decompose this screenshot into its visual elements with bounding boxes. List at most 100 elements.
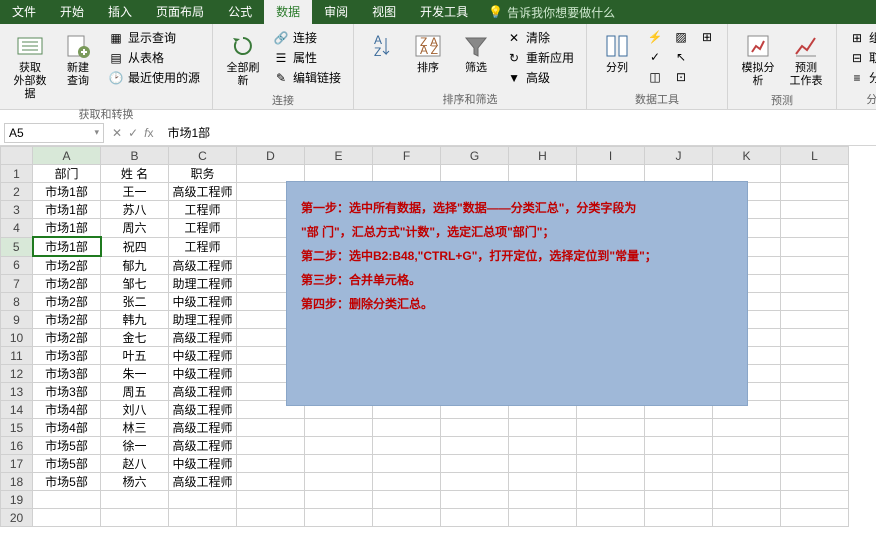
row-header[interactable]: 4 bbox=[1, 219, 33, 238]
tell-me[interactable]: 💡 告诉我你想要做什么 bbox=[488, 4, 615, 21]
cell[interactable]: 林三 bbox=[101, 419, 169, 437]
menu-tab-2[interactable]: 插入 bbox=[96, 0, 144, 24]
cell[interactable] bbox=[441, 165, 509, 183]
col-header[interactable]: G bbox=[441, 147, 509, 165]
cell[interactable] bbox=[441, 437, 509, 455]
col-header[interactable]: H bbox=[509, 147, 577, 165]
col-header[interactable]: F bbox=[373, 147, 441, 165]
cell[interactable] bbox=[713, 491, 781, 509]
cell[interactable]: 赵八 bbox=[101, 455, 169, 473]
cell[interactable] bbox=[713, 473, 781, 491]
cell[interactable] bbox=[781, 509, 849, 527]
dropdown-icon[interactable]: ▾ bbox=[94, 127, 99, 138]
cell[interactable]: 市场1部 bbox=[33, 201, 101, 219]
cell[interactable]: 市场1部 bbox=[33, 237, 101, 256]
row-header[interactable]: 6 bbox=[1, 256, 33, 275]
cell[interactable] bbox=[509, 509, 577, 527]
sort-button[interactable]: Z AA Z 排序 bbox=[406, 28, 450, 77]
row-header[interactable]: 16 bbox=[1, 437, 33, 455]
cell[interactable] bbox=[237, 491, 305, 509]
cell[interactable]: 市场4部 bbox=[33, 419, 101, 437]
col-header[interactable]: D bbox=[237, 147, 305, 165]
cell[interactable]: 韩九 bbox=[101, 311, 169, 329]
manage-model-button[interactable]: ◫ bbox=[643, 68, 667, 86]
data-validation-button[interactable]: ✓ bbox=[643, 48, 667, 66]
connections-button[interactable]: 🔗连接 bbox=[269, 28, 345, 47]
cell[interactable]: 市场1部 bbox=[33, 183, 101, 201]
group-button[interactable]: ⊞组合▾ bbox=[845, 28, 876, 47]
cell[interactable]: 杨六 bbox=[101, 473, 169, 491]
new-query-button[interactable]: 新建 查询 bbox=[56, 28, 100, 90]
cell[interactable] bbox=[781, 401, 849, 419]
menu-tab-4[interactable]: 公式 bbox=[216, 0, 264, 24]
cell[interactable]: 市场2部 bbox=[33, 275, 101, 293]
cell[interactable]: 部门 bbox=[33, 165, 101, 183]
col-header[interactable]: C bbox=[169, 147, 237, 165]
cell[interactable] bbox=[713, 509, 781, 527]
cell[interactable]: 高级工程师 bbox=[169, 256, 237, 275]
cell[interactable]: 市场2部 bbox=[33, 311, 101, 329]
cell[interactable] bbox=[781, 183, 849, 201]
cell[interactable]: 高级工程师 bbox=[169, 473, 237, 491]
cell[interactable]: 助理工程师 bbox=[169, 311, 237, 329]
cell[interactable] bbox=[441, 509, 509, 527]
subtotal-button[interactable]: ≡分类汇总 bbox=[845, 68, 876, 87]
cell[interactable]: 职务 bbox=[169, 165, 237, 183]
cell[interactable]: 高级工程师 bbox=[169, 329, 237, 347]
select-all-corner[interactable] bbox=[1, 147, 33, 165]
cell[interactable]: 市场2部 bbox=[33, 329, 101, 347]
cell[interactable]: 市场3部 bbox=[33, 383, 101, 401]
cell[interactable]: 市场2部 bbox=[33, 293, 101, 311]
row-header[interactable]: 13 bbox=[1, 383, 33, 401]
spreadsheet-grid[interactable]: ABCDEFGHIJKL1部门姓 名职务2市场1部王一高级工程师3市场1部苏八工… bbox=[0, 146, 876, 547]
row-header[interactable]: 1 bbox=[1, 165, 33, 183]
cell[interactable]: 徐一 bbox=[101, 437, 169, 455]
cell[interactable]: 中级工程师 bbox=[169, 293, 237, 311]
cell[interactable]: 市场2部 bbox=[33, 256, 101, 275]
cell[interactable]: 中级工程师 bbox=[169, 455, 237, 473]
cell[interactable]: 高级工程师 bbox=[169, 383, 237, 401]
recent-sources-button[interactable]: 🕑最近使用的源 bbox=[104, 68, 204, 87]
cell[interactable] bbox=[169, 491, 237, 509]
menu-tab-8[interactable]: 开发工具 bbox=[408, 0, 480, 24]
row-header[interactable]: 9 bbox=[1, 311, 33, 329]
cell[interactable]: 工程师 bbox=[169, 201, 237, 219]
cell[interactable] bbox=[713, 165, 781, 183]
cell[interactable]: 助理工程师 bbox=[169, 275, 237, 293]
cell[interactable]: 市场4部 bbox=[33, 401, 101, 419]
cell[interactable] bbox=[237, 509, 305, 527]
cell[interactable] bbox=[373, 455, 441, 473]
menu-tab-5[interactable]: 数据 bbox=[264, 0, 312, 24]
row-header[interactable]: 20 bbox=[1, 509, 33, 527]
cell[interactable] bbox=[305, 455, 373, 473]
cell[interactable]: 工程师 bbox=[169, 219, 237, 238]
cell[interactable] bbox=[781, 365, 849, 383]
reapply-button[interactable]: ↻重新应用 bbox=[502, 48, 578, 67]
cell[interactable]: 周六 bbox=[101, 219, 169, 238]
row-header[interactable]: 2 bbox=[1, 183, 33, 201]
cell[interactable] bbox=[645, 437, 713, 455]
row-header[interactable]: 8 bbox=[1, 293, 33, 311]
cell[interactable] bbox=[373, 165, 441, 183]
cell[interactable] bbox=[713, 455, 781, 473]
fx-icon[interactable]: fx bbox=[144, 126, 153, 140]
cell[interactable] bbox=[781, 256, 849, 275]
cell[interactable]: 市场3部 bbox=[33, 365, 101, 383]
cell[interactable] bbox=[781, 491, 849, 509]
cell[interactable] bbox=[305, 437, 373, 455]
cell[interactable] bbox=[781, 419, 849, 437]
remove-dup-button[interactable]: ▨ bbox=[669, 28, 693, 46]
cell[interactable] bbox=[781, 473, 849, 491]
row-header[interactable]: 17 bbox=[1, 455, 33, 473]
cell[interactable] bbox=[509, 473, 577, 491]
enter-icon[interactable]: ✓ bbox=[128, 126, 138, 140]
cell[interactable] bbox=[509, 165, 577, 183]
menu-tab-7[interactable]: 视图 bbox=[360, 0, 408, 24]
cell[interactable] bbox=[781, 383, 849, 401]
cell[interactable] bbox=[441, 473, 509, 491]
col-header[interactable]: J bbox=[645, 147, 713, 165]
row-header[interactable]: 3 bbox=[1, 201, 33, 219]
consolidate-button[interactable]: ⊞ bbox=[695, 28, 719, 46]
show-queries-button[interactable]: ▦显示查询 bbox=[104, 28, 204, 47]
sort-az-button[interactable]: AZ bbox=[362, 28, 402, 64]
